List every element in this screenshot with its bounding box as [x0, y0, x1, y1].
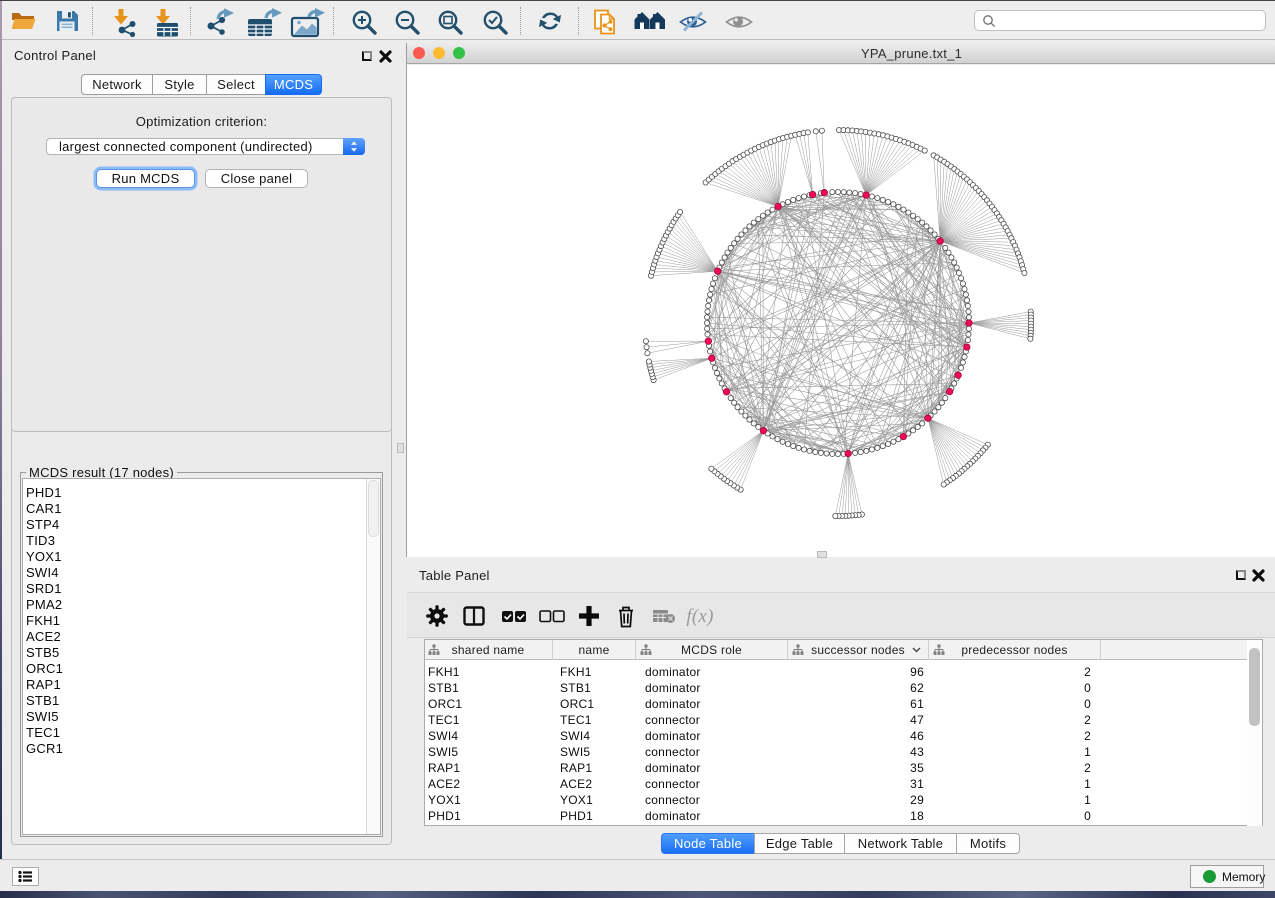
svg-text:f(x): f(x): [686, 606, 713, 627]
